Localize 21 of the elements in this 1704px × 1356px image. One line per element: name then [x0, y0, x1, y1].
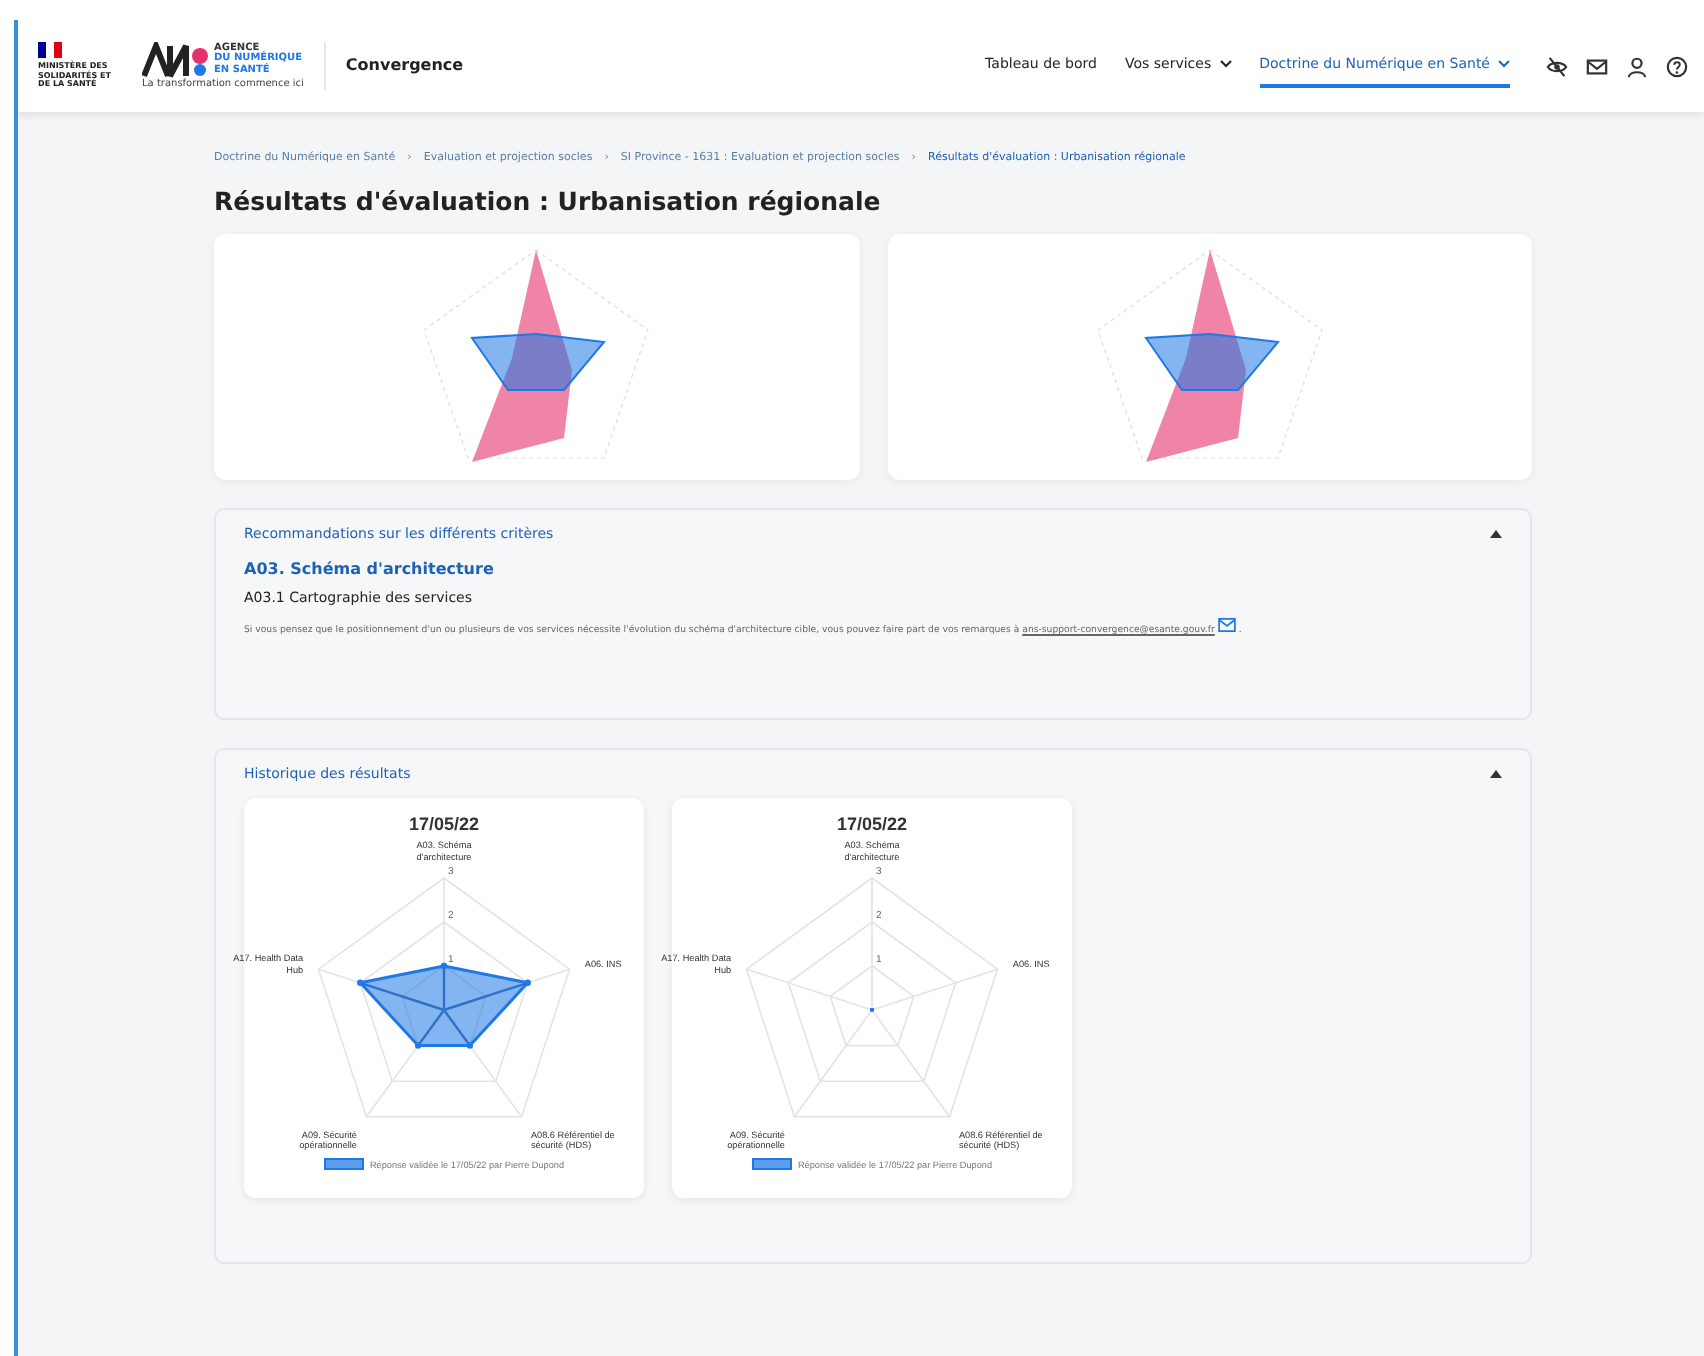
- user-icon[interactable]: [1626, 55, 1648, 77]
- chevron-icon[interactable]: [1490, 530, 1502, 538]
- legend-swatch: [323, 1158, 364, 1170]
- help-icon[interactable]: [1666, 55, 1688, 77]
- legend-swatch: [751, 1158, 792, 1170]
- chart-date: 17/05/22: [836, 814, 908, 834]
- flag-icon: [38, 41, 62, 58]
- page-title: Résultats d'évaluation : Urbanisation régionale: [214, 186, 883, 216]
- chart-date: 17/05/22: [408, 814, 480, 834]
- agency-logo-icon: [142, 41, 210, 78]
- chevron-icon[interactable]: [1490, 770, 1502, 778]
- eye-slash-icon[interactable]: [1546, 55, 1568, 77]
- mail-icon: [1217, 618, 1236, 632]
- data-point: [440, 962, 448, 970]
- data-point: [357, 979, 364, 986]
- data-point: [466, 1042, 474, 1049]
- app-name: Convergence: [345, 56, 464, 75]
- data-point: [414, 1042, 422, 1049]
- criterion-title: A03. Schéma d'architecture: [244, 560, 496, 578]
- mail-icon[interactable]: [1586, 55, 1608, 77]
- data-point: [524, 979, 531, 986]
